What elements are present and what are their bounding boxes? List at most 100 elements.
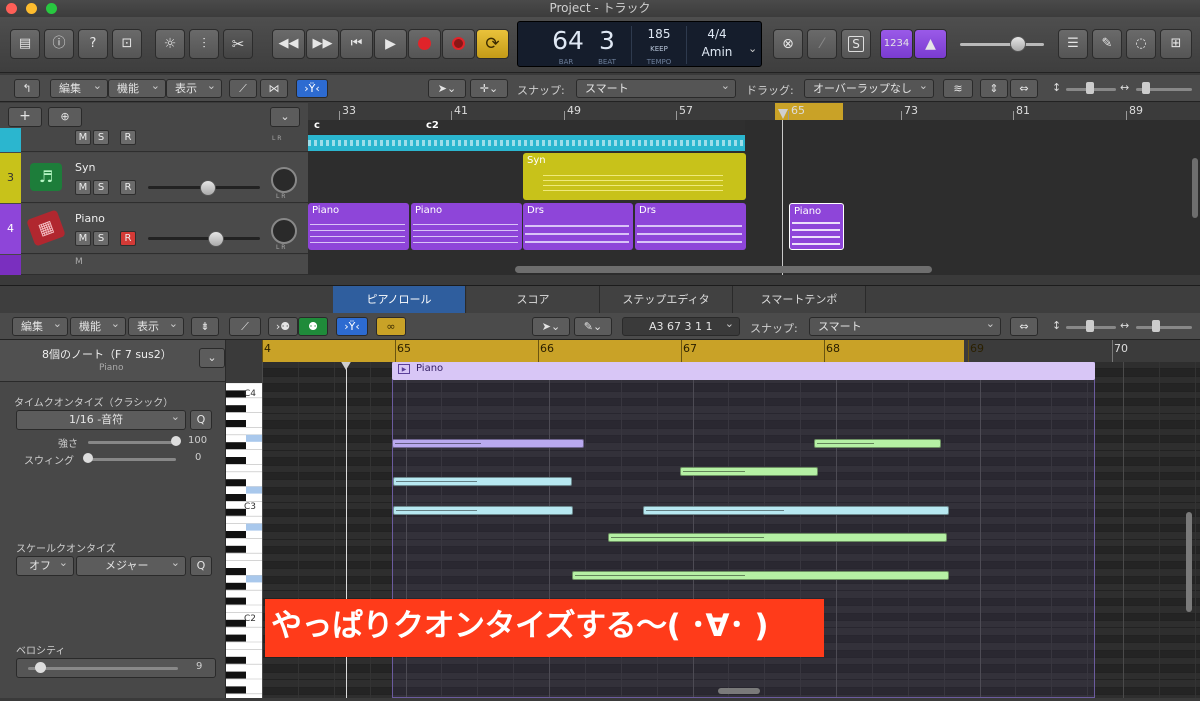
marker-c[interactable]: c bbox=[314, 120, 320, 131]
solo-button[interactable]: S bbox=[841, 29, 871, 59]
midi-note[interactable] bbox=[393, 477, 572, 486]
black-key[interactable] bbox=[226, 597, 246, 605]
horizontal-zoom-thumb[interactable] bbox=[1152, 320, 1160, 332]
piano-keyboard[interactable]: C4 C3 C2 bbox=[226, 382, 262, 698]
library-button[interactable]: ▤ bbox=[10, 29, 40, 59]
ruler-bar-89[interactable]: 89 bbox=[1129, 104, 1143, 117]
mixer-button[interactable]: ⫶ bbox=[189, 29, 219, 59]
midi-note[interactable] bbox=[608, 533, 947, 542]
drs-region-2[interactable]: Drs bbox=[635, 203, 746, 250]
ruler-bar-65[interactable]: 65 bbox=[397, 342, 411, 355]
black-key[interactable] bbox=[226, 619, 246, 627]
track-row-syn[interactable]: 3 ♬ Syn M S R L R bbox=[0, 153, 308, 203]
automation-button[interactable]: ⟋ bbox=[229, 317, 261, 336]
flex-button[interactable]: ⋈ bbox=[260, 79, 288, 98]
ruler-bar-41[interactable]: 41 bbox=[454, 104, 468, 117]
record-enable-button[interactable]: R bbox=[120, 130, 136, 145]
ruler-bar-68[interactable]: 68 bbox=[826, 342, 840, 355]
horizontal-scrollbar[interactable] bbox=[718, 688, 760, 694]
fit-horizontal-button[interactable]: ⇔ bbox=[1010, 317, 1038, 336]
pointer-tool-menu[interactable]: ➤⌄ bbox=[428, 79, 466, 98]
track-row-piano[interactable]: 4 ▦ Piano M S R L R bbox=[0, 204, 308, 254]
piano-region-2[interactable]: Piano bbox=[411, 203, 522, 250]
autopunch-button[interactable]: ⁄ bbox=[807, 29, 837, 59]
strength-thumb[interactable] bbox=[171, 436, 181, 446]
black-key[interactable] bbox=[226, 531, 246, 538]
drag-select[interactable]: オーバーラップなし bbox=[804, 77, 934, 98]
black-key[interactable] bbox=[226, 671, 246, 679]
quantize-q-button[interactable]: Q bbox=[190, 410, 212, 430]
volume-knob[interactable] bbox=[208, 231, 224, 247]
highlighted-key[interactable] bbox=[246, 486, 262, 494]
mute-button[interactable]: M bbox=[75, 231, 91, 246]
function-menu[interactable]: 機能 bbox=[108, 77, 166, 98]
fit-vertical-button[interactable]: ⇕ bbox=[980, 79, 1008, 98]
tab-step-editor[interactable]: ステップエディタ bbox=[600, 286, 733, 313]
ruler-bar-49[interactable]: 49 bbox=[567, 104, 581, 117]
solo-button[interactable]: S bbox=[93, 130, 109, 145]
midi-in-button[interactable]: ›⚉ bbox=[268, 317, 298, 336]
velocity-slider[interactable] bbox=[28, 667, 178, 670]
midi-note[interactable] bbox=[643, 506, 949, 515]
swing-thumb[interactable] bbox=[83, 453, 93, 463]
midi-note[interactable] bbox=[392, 439, 584, 448]
region-header[interactable]: ▶ Piano bbox=[392, 362, 1095, 380]
cycle-range[interactable] bbox=[262, 340, 964, 362]
tab-smart-tempo[interactable]: スマートテンポ bbox=[733, 286, 866, 313]
forward-button[interactable]: ▶▶ bbox=[306, 29, 339, 59]
black-key[interactable] bbox=[226, 582, 246, 590]
highlighted-key[interactable] bbox=[246, 523, 262, 531]
playhead[interactable] bbox=[782, 120, 783, 275]
midi-note[interactable] bbox=[814, 439, 941, 448]
pan-knob[interactable] bbox=[271, 218, 297, 244]
scale-type-select[interactable]: メジャー bbox=[76, 554, 186, 576]
piano-region-selected[interactable]: Piano bbox=[789, 203, 844, 250]
edit-menu[interactable]: 編集 bbox=[50, 77, 108, 98]
highlighted-key[interactable] bbox=[246, 575, 262, 583]
edit-menu[interactable]: 編集 bbox=[12, 315, 68, 336]
toolbar-button[interactable]: ⊡ bbox=[112, 29, 142, 59]
function-menu[interactable]: 機能 bbox=[70, 315, 126, 336]
ruler-bar-73[interactable]: 73 bbox=[904, 104, 918, 117]
zoom-window-button[interactable] bbox=[46, 3, 57, 14]
vertical-scrollbar[interactable] bbox=[1192, 158, 1198, 218]
marker-c2[interactable]: c2 bbox=[426, 120, 439, 131]
tab-score[interactable]: スコア bbox=[467, 286, 600, 313]
waveform-zoom-button[interactable]: ≋ bbox=[943, 79, 973, 98]
pointer-tool-menu[interactable]: ➤⌄ bbox=[532, 317, 570, 336]
piano-roll-ruler[interactable]: 4 65 66 67 68 69 70 bbox=[262, 340, 1200, 362]
volume-knob[interactable] bbox=[200, 180, 216, 196]
list-editors-button[interactable]: ☰ bbox=[1058, 29, 1088, 59]
replace-button[interactable] bbox=[442, 29, 475, 59]
scale-root-select[interactable]: オフ bbox=[16, 554, 74, 576]
count-in-button[interactable]: 1234 bbox=[880, 29, 913, 59]
velocity-thumb[interactable] bbox=[35, 662, 46, 673]
black-key[interactable] bbox=[226, 457, 246, 464]
collapse-button[interactable]: ⇟ bbox=[191, 317, 219, 336]
ruler-bar-70[interactable]: 70 bbox=[1114, 342, 1128, 355]
scale-q-button[interactable]: Q bbox=[190, 556, 212, 576]
tracks-ruler[interactable]: 33 41 49 57 65 73 81 89 bbox=[308, 103, 1200, 120]
add-track-button[interactable]: + bbox=[8, 107, 42, 127]
horizontal-zoom-slider[interactable] bbox=[1136, 326, 1192, 329]
inspector-button[interactable]: ⓘ bbox=[44, 29, 74, 59]
track-header-menu-button[interactable]: ⌄ bbox=[270, 107, 300, 127]
play-button[interactable]: ▶ bbox=[374, 29, 407, 59]
keyboard-keys[interactable] bbox=[226, 382, 262, 698]
ruler-bar-4[interactable]: 4 bbox=[264, 342, 271, 355]
black-key[interactable] bbox=[226, 686, 246, 694]
solo-button[interactable]: S bbox=[93, 180, 109, 195]
ruler-bar-33[interactable]: 33 bbox=[342, 104, 356, 117]
volume-slider[interactable] bbox=[148, 237, 260, 240]
midi-note[interactable] bbox=[393, 506, 573, 515]
editors-button[interactable]: ✂ bbox=[223, 29, 253, 59]
ruler-bar-69[interactable]: 69 bbox=[970, 342, 984, 355]
back-button[interactable]: ↰ bbox=[14, 79, 40, 98]
tracks-area[interactable]: c c2 Syn Piano Piano Drs Drs Piano bbox=[308, 120, 1200, 275]
black-key[interactable] bbox=[226, 508, 246, 516]
black-key[interactable] bbox=[226, 479, 246, 487]
black-key[interactable] bbox=[226, 420, 246, 427]
track-row-partial-top[interactable]: M S R L R bbox=[0, 128, 308, 152]
lcd-display[interactable]: 64 3 BAR BEAT 185 KEEP TEMPO 4/4 Amin bbox=[517, 21, 762, 67]
black-key[interactable] bbox=[226, 545, 246, 553]
